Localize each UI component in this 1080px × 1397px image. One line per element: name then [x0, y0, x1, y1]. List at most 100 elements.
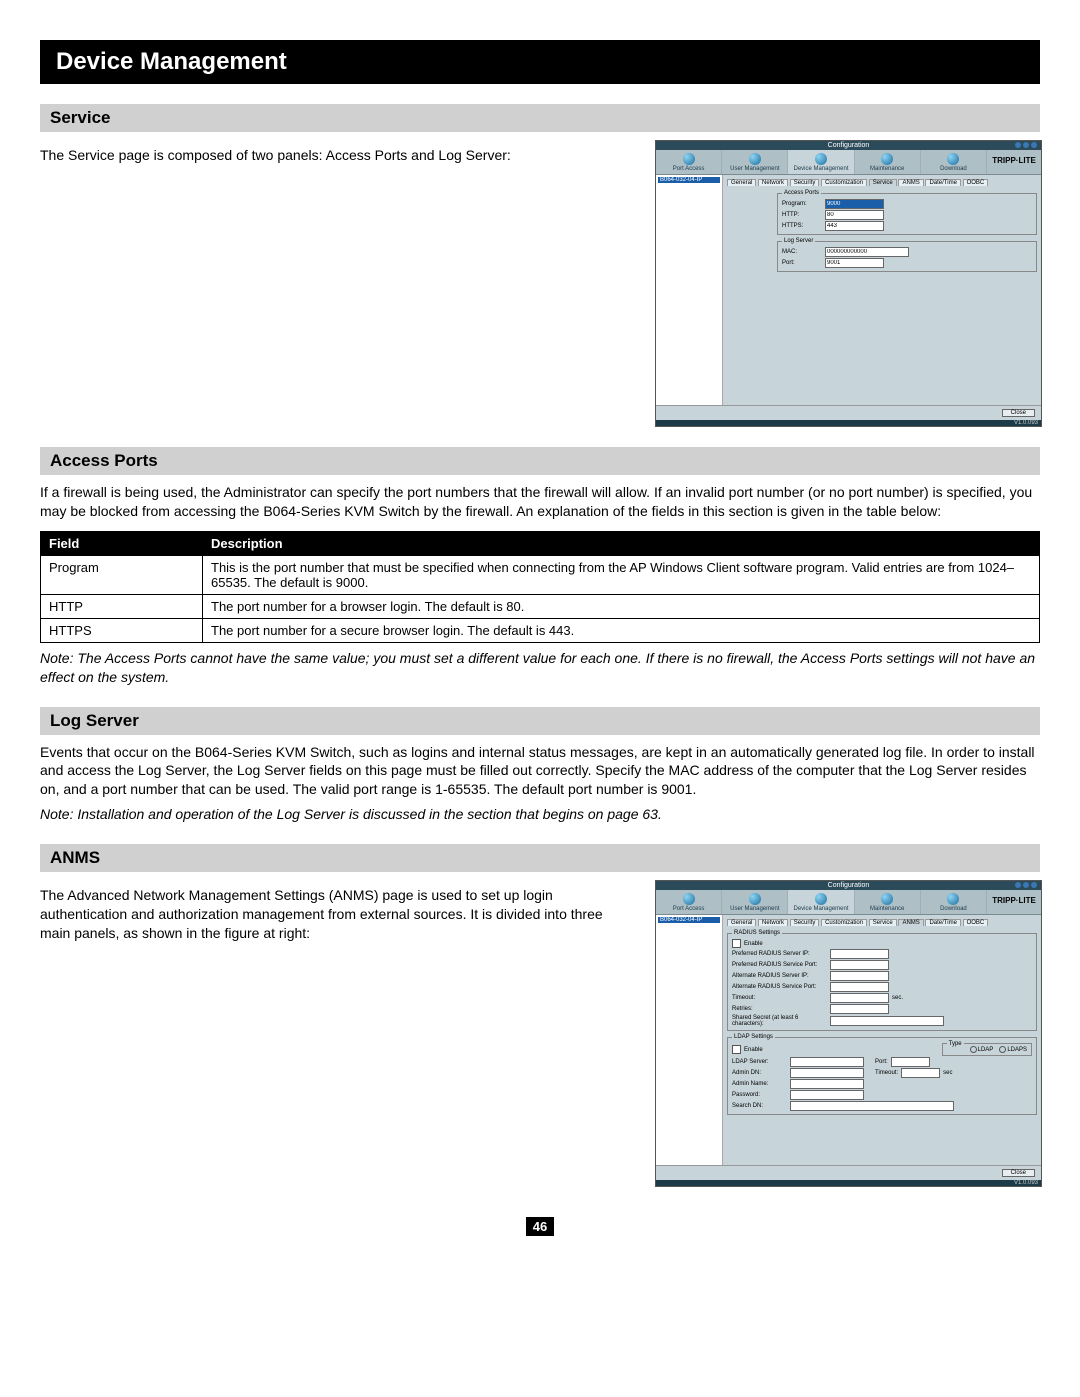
- label-http: HTTP:: [782, 212, 822, 218]
- checkbox-ldap-enable[interactable]: [732, 1045, 741, 1054]
- tab-network-2[interactable]: Network: [758, 919, 788, 926]
- nav-user-mgmt-2[interactable]: User Management: [722, 890, 788, 914]
- tab-datetime-2[interactable]: Date/Time: [925, 919, 960, 926]
- tab-anms-2[interactable]: ANMS: [898, 919, 923, 926]
- tab-datetime[interactable]: Date/Time: [925, 179, 960, 186]
- tab-general[interactable]: General: [727, 179, 756, 186]
- access-ports-note: Note: The Access Ports cannot have the s…: [40, 649, 1040, 687]
- tab-network[interactable]: Network: [758, 179, 788, 186]
- label-alt-port: Alternate RADIUS Service Port:: [732, 984, 827, 990]
- label-radius-enable: Enable: [744, 941, 763, 947]
- log-server-note: Note: Installation and operation of the …: [40, 805, 1040, 824]
- label-ldap-port: Port:: [875, 1059, 888, 1065]
- input-secret[interactable]: [830, 1016, 944, 1026]
- heading-anms: ANMS: [40, 844, 1040, 872]
- input-ldap-port[interactable]: [891, 1057, 930, 1067]
- label-program: Program:: [782, 201, 822, 207]
- input-port[interactable]: [825, 258, 884, 268]
- nav-download-2[interactable]: Download: [921, 890, 987, 914]
- label-password: Password:: [732, 1092, 787, 1098]
- service-text: The Service page is composed of two pane…: [40, 146, 635, 165]
- input-ldap-server[interactable]: [790, 1057, 864, 1067]
- tab-security-2[interactable]: Security: [790, 919, 820, 926]
- access-ports-table: Field Description Program This is the po…: [40, 531, 1040, 643]
- input-http[interactable]: [825, 210, 884, 220]
- input-admin-name[interactable]: [790, 1079, 864, 1089]
- fieldset-ldap: LDAP Settings Enable Type LDAP LDAPS LDA: [727, 1034, 1037, 1115]
- brand-logo: TRIPP·LITE: [987, 150, 1041, 174]
- tab-customization[interactable]: Customization: [821, 179, 867, 186]
- nav-device-mgmt[interactable]: Device Management: [788, 150, 854, 174]
- brand-logo-2: TRIPP·LITE: [987, 890, 1041, 914]
- label-alt-ip: Alternate RADIUS Server IP:: [732, 973, 827, 979]
- tree-node-2[interactable]: B064-032-04-IP: [658, 917, 720, 923]
- close-button[interactable]: Close: [1002, 409, 1035, 417]
- version-label-2: V1.0.093: [656, 1180, 1041, 1186]
- label-mac: MAC:: [782, 249, 822, 255]
- input-pref-ip[interactable]: [830, 949, 889, 959]
- input-admin-dn[interactable]: [790, 1068, 864, 1078]
- tab-oobc-2[interactable]: OOBC: [963, 919, 989, 926]
- table-row: HTTP The port number for a browser login…: [41, 594, 1040, 618]
- close-button-2[interactable]: Close: [1002, 1169, 1035, 1177]
- fieldset-radius: RADIUS Settings Enable Preferred RADIUS …: [727, 930, 1037, 1031]
- page-number: 46: [526, 1217, 554, 1236]
- label-radius-timeout: Timeout:: [732, 995, 827, 1001]
- app-title: Configuration: [828, 142, 870, 149]
- anms-text: The Advanced Network Management Settings…: [40, 886, 635, 943]
- input-alt-ip[interactable]: [830, 971, 889, 981]
- log-server-text: Events that occur on the B064-Series KVM…: [40, 743, 1040, 800]
- nav-maintenance-2[interactable]: Maintenance: [855, 890, 921, 914]
- label-retries: Retries:: [732, 1006, 827, 1012]
- page-title: Device Management: [40, 40, 1040, 84]
- table-row: HTTPS The port number for a secure brows…: [41, 618, 1040, 642]
- nav-maintenance[interactable]: Maintenance: [855, 150, 921, 174]
- radio-ldaps[interactable]: LDAPS: [999, 1046, 1027, 1053]
- input-mac[interactable]: [825, 247, 909, 257]
- input-https[interactable]: [825, 221, 884, 231]
- tab-service-2[interactable]: Service: [869, 919, 897, 926]
- input-pref-port[interactable]: [830, 960, 889, 970]
- nav-download[interactable]: Download: [921, 150, 987, 174]
- input-radius-timeout[interactable]: [830, 993, 889, 1003]
- label-admin-dn: Admin DN:: [732, 1070, 787, 1076]
- nav-port-access[interactable]: Port Access: [656, 150, 722, 174]
- input-alt-port[interactable]: [830, 982, 889, 992]
- anms-screenshot: Configuration Port Access User Managemen…: [655, 880, 1042, 1187]
- input-ldap-timeout[interactable]: [901, 1068, 940, 1078]
- nav-port-access-2[interactable]: Port Access: [656, 890, 722, 914]
- input-program[interactable]: [825, 199, 884, 209]
- nav-user-mgmt[interactable]: User Management: [722, 150, 788, 174]
- service-screenshot: Configuration Port Access User Managemen…: [655, 140, 1042, 427]
- label-pref-port: Preferred RADIUS Service Port:: [732, 962, 827, 968]
- tab-general-2[interactable]: General: [727, 919, 756, 926]
- heading-access-ports: Access Ports: [40, 447, 1040, 475]
- heading-service: Service: [40, 104, 1040, 132]
- version-label: V1.0.093: [656, 420, 1041, 426]
- input-search-dn[interactable]: [790, 1101, 954, 1111]
- input-retries[interactable]: [830, 1004, 889, 1014]
- label-https: HTTPS:: [782, 223, 822, 229]
- nav-device-mgmt-2[interactable]: Device Management: [788, 890, 854, 914]
- tab-customization-2[interactable]: Customization: [821, 919, 867, 926]
- th-desc: Description: [203, 531, 1040, 555]
- fieldset-access-ports: Access Ports Program: HTTP: HTTPS:: [777, 190, 1037, 235]
- label-ldap-timeout: Timeout:: [875, 1070, 898, 1076]
- tab-service[interactable]: Service: [869, 179, 897, 186]
- label-secret: Shared Secret (at least 6 characters):: [732, 1015, 827, 1027]
- access-ports-text: If a firewall is being used, the Adminis…: [40, 483, 1040, 521]
- tab-security[interactable]: Security: [790, 179, 820, 186]
- radio-ldap[interactable]: LDAP: [970, 1046, 994, 1053]
- app-title-2: Configuration: [828, 882, 870, 889]
- tab-oobc[interactable]: OOBC: [963, 179, 989, 186]
- checkbox-radius-enable[interactable]: [732, 939, 741, 948]
- label-ldap-enable: Enable: [744, 1047, 763, 1053]
- input-password[interactable]: [790, 1090, 864, 1100]
- label-admin-name: Admin Name:: [732, 1081, 787, 1087]
- th-field: Field: [41, 531, 203, 555]
- label-pref-ip: Preferred RADIUS Server IP:: [732, 951, 827, 957]
- label-port: Port:: [782, 260, 822, 266]
- tab-anms[interactable]: ANMS: [898, 179, 923, 186]
- tab-bar-2: General Network Security Customization S…: [727, 919, 1037, 926]
- tree-node[interactable]: B064-032-04-IP: [658, 177, 720, 183]
